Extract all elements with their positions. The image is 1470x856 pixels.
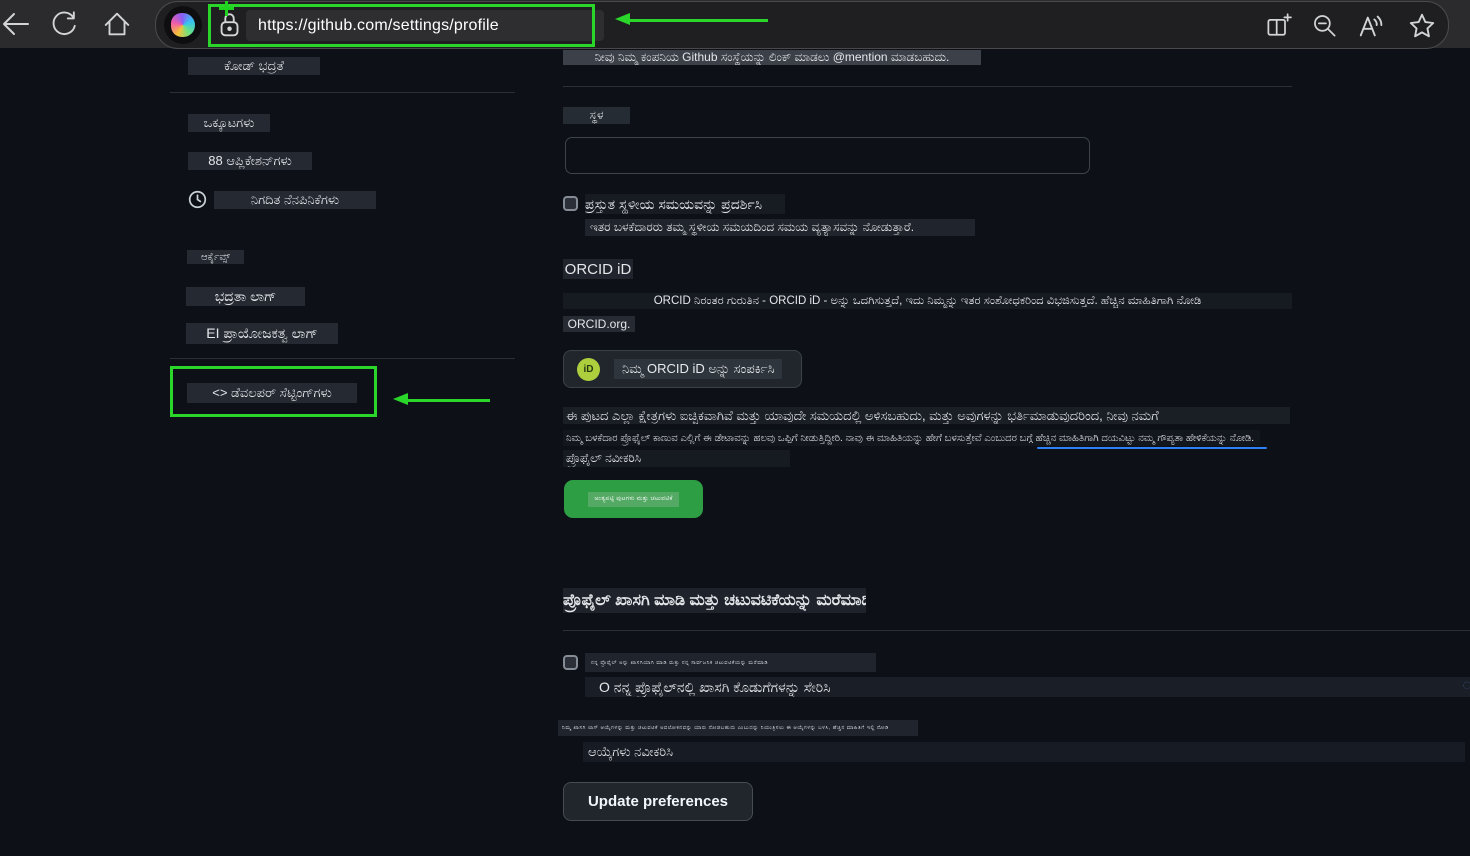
sidebar-divider-2 xyxy=(170,358,515,359)
favorites-star-icon[interactable] xyxy=(1406,10,1438,42)
annotation-arrow-devsettings-head xyxy=(393,393,408,405)
home-icon[interactable] xyxy=(101,8,133,40)
update-profile-button[interactable]: ಅಂತ್ಯಪಟ್ಟಿ ಪುಟಗಳು ಮತ್ತು ಚಟುವಟಿಕೆ xyxy=(564,480,703,518)
options-note: ನಿಮ್ಮ ಖಾಸಗಿ ಲಾಗ್ ಆಯ್ಕೆಗಳನ್ನು ಮತ್ತು ಚಟುವಟ… xyxy=(558,720,918,736)
update-preferences-button[interactable]: Update preferences xyxy=(563,782,753,821)
orcid-id-icon: iD xyxy=(577,358,600,381)
split-screen-icon[interactable] xyxy=(1262,10,1294,42)
edge-glyph: ಿ xyxy=(1463,679,1470,693)
refresh-icon[interactable] xyxy=(48,8,80,40)
update-preferences-label: Update preferences xyxy=(588,793,728,810)
read-aloud-icon[interactable] xyxy=(1356,10,1388,42)
sidebar-item-sponsorship-log[interactable]: EI ಪ್ರಾಯೋಜಕತ್ವ ಲಾಗ್ xyxy=(186,323,338,344)
browser-toolbar: https://github.com/settings/profile xyxy=(0,0,1470,48)
copilot-swirl xyxy=(171,13,195,37)
orcid-desc: ORCID ನಿರಂತರ ಗುರುತಿನ - ORCID iD - ಅನ್ನು … xyxy=(563,293,1292,309)
fields-note-line2: ನಿಮ್ಮ ಬಳಕೆದಾರ ಪ್ರೊಫೈಲ್ ಕಾಣುವ ಎಲ್ಲಿಗೆ ಈ ಡ… xyxy=(563,430,1260,446)
private-profile-note: ನನ್ನ ಪ್ರೊಫೈಲ್ ಅನ್ನು ಖಾಸಗಿಯಾಗಿ ಮಾಡಿ ಮತ್ತು… xyxy=(585,653,876,672)
annotation-arrow-devsettings-line xyxy=(406,399,490,402)
copilot-icon[interactable] xyxy=(164,6,202,44)
local-time-checkbox[interactable] xyxy=(563,196,578,211)
annotation-plus-marker-bar xyxy=(219,7,234,10)
back-icon[interactable] xyxy=(0,8,32,40)
sidebar-item-applications[interactable]: 88 ಆಪ್ಲಿಕೇಶನ್‌ಗಳು xyxy=(188,152,312,170)
privacy-statement-link-underline[interactable] xyxy=(1037,447,1267,449)
sidebar-item-security-log[interactable]: ಭದ್ರತಾ ಲಾಗ್ xyxy=(186,287,305,306)
sidebar-item-archives[interactable]: ಆರ್ಕೈವ್ಸ್ xyxy=(187,250,244,264)
clock-icon xyxy=(188,190,207,209)
annotation-devsettings-box xyxy=(170,366,377,417)
location-label: ಸ್ಥಳ xyxy=(563,107,630,124)
sidebar-item-scheduled-reminders[interactable]: ನಿಗದಿತ ನೆನಪಿನಿಕೆಗಳು xyxy=(214,191,376,209)
section-divider-2 xyxy=(563,630,1470,631)
orcid-heading: ORCID iD xyxy=(563,259,633,279)
connect-orcid-label: ನಿಮ್ಮ ORCID iD ಅನ್ನು ಸಂಪರ್ಕಿಸಿ xyxy=(614,359,782,379)
zoom-out-icon[interactable] xyxy=(1309,10,1341,42)
mention-note: ನೀವು ನಿಮ್ಮ ಕಂಪನಿಯ Github ಸಂಸ್ಥೆಯನ್ನು ಲಿಂ… xyxy=(563,50,981,65)
orcid-org-link[interactable]: ORCID.org. xyxy=(563,316,635,332)
annotation-arrow-url-head xyxy=(615,13,630,25)
local-time-desc: ಇತರ ಬಳಕೆದಾರರು ತಮ್ಮ ಸ್ಥಳೀಯ ಸಮಯದಿಂದ ಸಮಯ ವ್… xyxy=(585,219,975,236)
private-contributions-label: O ನನ್ನ ಪ್ರೊಫೈಲ್‌ನಲ್ಲಿ ಖಾಸಗಿ ಕೊಡುಗೆಗಳನ್ನು… xyxy=(585,677,1470,697)
annotation-arrow-url-line xyxy=(628,19,768,22)
sidebar-divider-1 xyxy=(170,92,515,93)
location-input[interactable] xyxy=(565,137,1090,174)
private-profile-checkbox[interactable] xyxy=(563,655,578,670)
options-label: ಆಯ್ಕೆಗಳು ನವೀಕರಿಸಿ xyxy=(583,742,1465,762)
local-time-label: ಪ್ರಸ್ತುತ ಸ್ಥಳೀಯ ಸಮಯವನ್ನು ಪ್ರದರ್ಶಿಸಿ xyxy=(585,194,785,214)
connect-orcid-button[interactable]: iD ನಿಮ್ಮ ORCID iD ಅನ್ನು ಸಂಪರ್ಕಿಸಿ xyxy=(563,350,802,388)
fields-note-line1: ಈ ಪುಟದ ಎಲ್ಲಾ ಕ್ಷೇತ್ರಗಳು ಐಚ್ಛಿಕವಾಗಿವೆ ಮತ್… xyxy=(563,407,1290,424)
section-divider-1 xyxy=(563,86,1292,87)
update-profile-label: ಪ್ರೊಫೈಲ್ ನವೀಕರಿಸಿ xyxy=(563,450,790,467)
update-profile-button-label: ಅಂತ್ಯಪಟ್ಟಿ ಪುಟಗಳು ಮತ್ತು ಚಟುವಟಿಕೆ xyxy=(588,492,678,507)
privacy-heading: ಪ್ರೊಫೈಲ್ ಖಾಸಗಿ ಮಾಡಿ ಮತ್ತು ಚಟುವಟಿಕೆಯನ್ನು … xyxy=(563,588,866,613)
sidebar-item-organizations[interactable]: ಒಕ್ಕೂಟಗಳು xyxy=(188,114,270,132)
annotation-url-box xyxy=(208,4,595,47)
sidebar-item-code-security[interactable]: ಕೋಡ್ ಭದ್ರತೆ xyxy=(188,57,320,75)
